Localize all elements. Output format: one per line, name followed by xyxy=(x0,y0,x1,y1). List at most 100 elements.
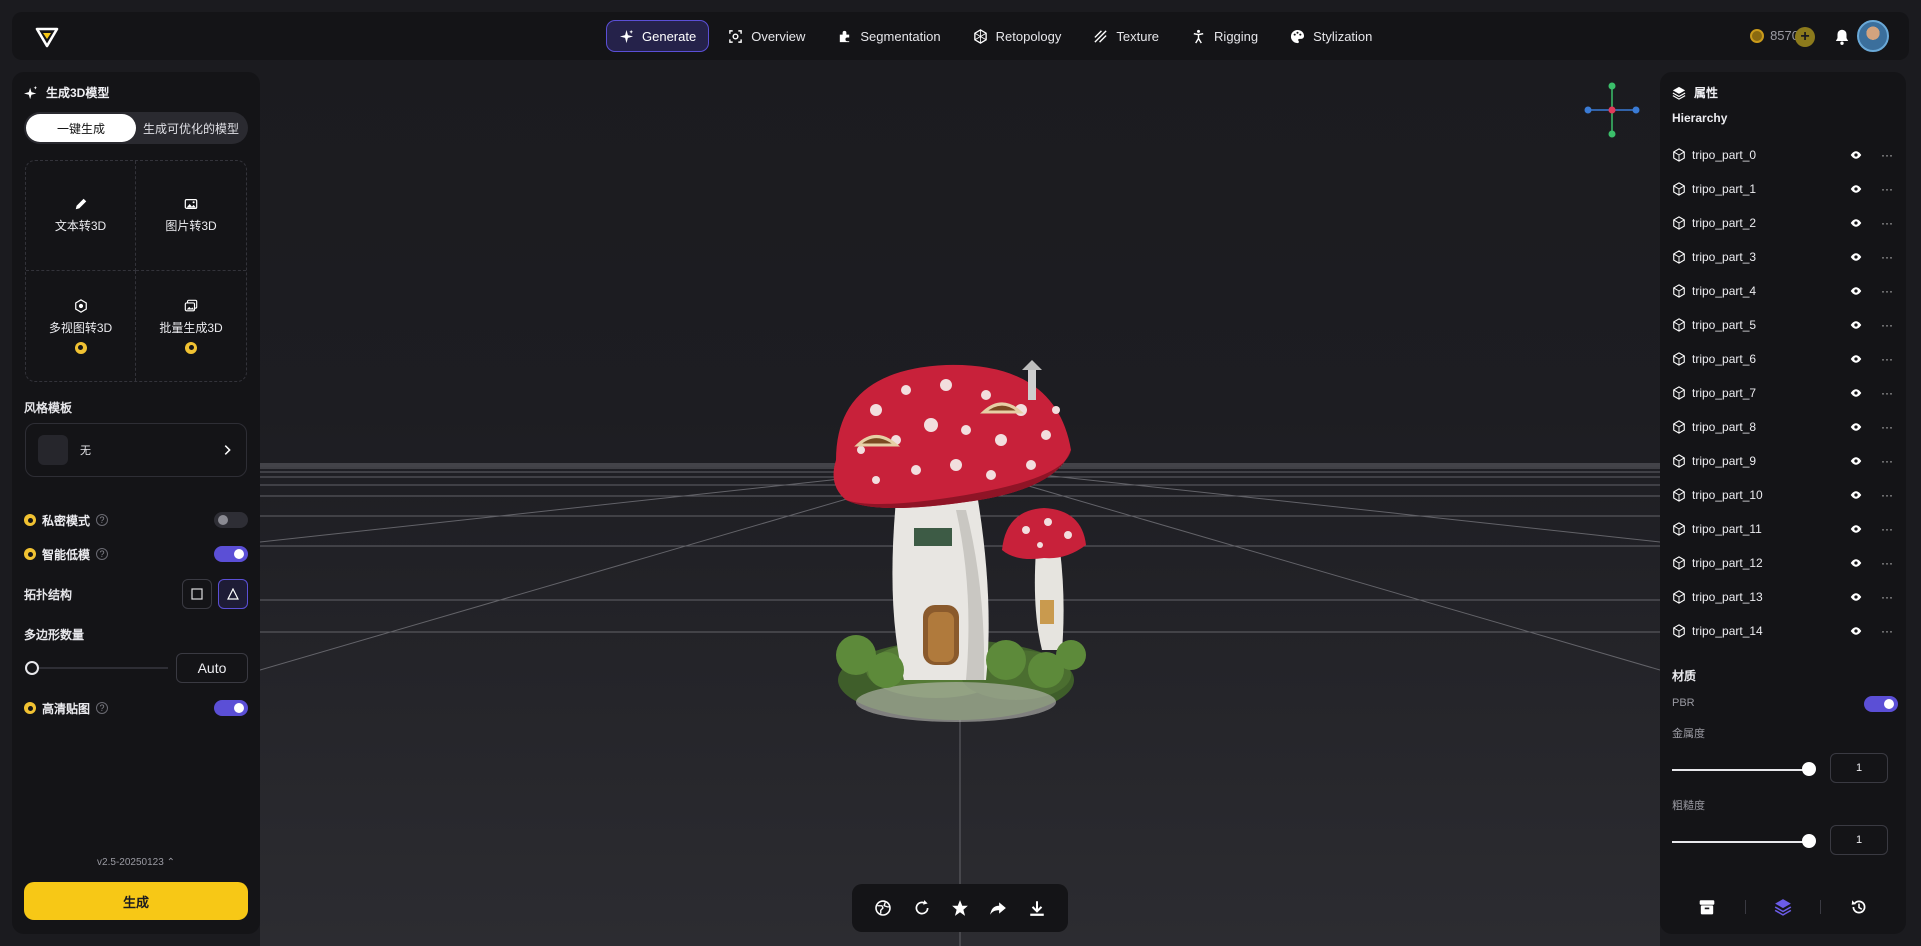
user-avatar[interactable] xyxy=(1857,20,1889,52)
topology-quad-button[interactable] xyxy=(182,579,212,609)
download-icon[interactable] xyxy=(1028,899,1046,917)
square-icon xyxy=(191,588,203,600)
hierarchy-item[interactable]: tripo_part_12 ··· xyxy=(1660,546,1906,580)
tab-rigging[interactable]: Rigging xyxy=(1178,20,1271,52)
help-icon[interactable]: ? xyxy=(96,548,109,560)
more-options-icon[interactable]: ··· xyxy=(1880,556,1894,570)
add-credits-button[interactable]: + xyxy=(1795,27,1815,47)
hierarchy-item[interactable]: tripo_part_4 ··· xyxy=(1660,274,1906,308)
metalness-slider-knob[interactable] xyxy=(1802,762,1816,776)
rotate-icon[interactable] xyxy=(913,899,931,917)
hierarchy-item[interactable]: tripo_part_7 ··· xyxy=(1660,376,1906,410)
hierarchy-item[interactable]: tripo_part_3 ··· xyxy=(1660,240,1906,274)
more-options-icon[interactable]: ··· xyxy=(1880,590,1894,604)
tripo-logo-icon[interactable] xyxy=(34,24,60,50)
share-icon[interactable] xyxy=(989,899,1007,917)
axis-gizmo[interactable] xyxy=(1582,80,1642,140)
cube-icon xyxy=(1673,284,1685,298)
history-icon[interactable] xyxy=(1850,898,1868,916)
3d-viewport[interactable] xyxy=(260,60,1660,946)
more-options-icon[interactable]: ··· xyxy=(1880,454,1894,468)
private-mode-toggle[interactable] xyxy=(214,512,248,528)
globe-icon[interactable] xyxy=(874,899,892,917)
more-options-icon[interactable]: ··· xyxy=(1880,216,1894,230)
style-template-selector[interactable]: 无 xyxy=(25,423,247,477)
top-bar: Generate Overview Segmentation Retopolog… xyxy=(12,12,1909,60)
hierarchy-item[interactable]: tripo_part_14 ··· xyxy=(1660,614,1906,648)
tab-overview[interactable]: Overview xyxy=(715,20,818,52)
eye-icon[interactable] xyxy=(1850,285,1862,297)
eye-icon[interactable] xyxy=(1850,387,1862,399)
polycount-slider-knob[interactable] xyxy=(25,661,39,675)
more-options-icon[interactable]: ··· xyxy=(1880,352,1894,366)
archive-icon[interactable] xyxy=(1698,898,1716,916)
eye-icon[interactable] xyxy=(1850,183,1862,195)
eye-icon[interactable] xyxy=(1850,625,1862,637)
pbr-toggle[interactable] xyxy=(1864,696,1898,712)
tab-texture[interactable]: Texture xyxy=(1080,20,1172,52)
cube-icon xyxy=(1673,488,1685,502)
roughness-slider-track[interactable] xyxy=(1672,841,1812,843)
hierarchy-item[interactable]: tripo_part_8 ··· xyxy=(1660,410,1906,444)
help-icon[interactable]: ? xyxy=(96,514,109,526)
roughness-slider-knob[interactable] xyxy=(1802,834,1816,848)
roughness-input[interactable]: 1 xyxy=(1830,825,1888,855)
more-options-icon[interactable]: ··· xyxy=(1880,420,1894,434)
help-icon[interactable]: ? xyxy=(96,702,109,714)
seg-optimizable[interactable]: 生成可优化的模型 xyxy=(136,114,246,142)
eye-icon[interactable] xyxy=(1850,455,1862,467)
eye-icon[interactable] xyxy=(1850,217,1862,229)
generate-button[interactable]: 生成 xyxy=(24,882,248,920)
eye-icon[interactable] xyxy=(1850,557,1862,569)
layers-icon[interactable] xyxy=(1774,898,1792,916)
more-options-icon[interactable]: ··· xyxy=(1880,624,1894,638)
more-options-icon[interactable]: ··· xyxy=(1880,284,1894,298)
eye-icon[interactable] xyxy=(1850,489,1862,501)
more-options-icon[interactable]: ··· xyxy=(1880,522,1894,536)
hierarchy-item[interactable]: tripo_part_11 ··· xyxy=(1660,512,1906,546)
bell-icon[interactable] xyxy=(1833,28,1851,46)
hierarchy-item[interactable]: tripo_part_0 ··· xyxy=(1660,138,1906,172)
more-options-icon[interactable]: ··· xyxy=(1880,148,1894,162)
hierarchy-item[interactable]: tripo_part_9 ··· xyxy=(1660,444,1906,478)
more-options-icon[interactable]: ··· xyxy=(1880,250,1894,264)
hierarchy-item[interactable]: tripo_part_6 ··· xyxy=(1660,342,1906,376)
more-options-icon[interactable]: ··· xyxy=(1880,386,1894,400)
mode-multiview-to-3d[interactable]: 多视图转3D xyxy=(26,271,136,381)
hierarchy-item[interactable]: tripo_part_13 ··· xyxy=(1660,580,1906,614)
polycount-input[interactable]: Auto xyxy=(176,653,248,683)
eye-icon[interactable] xyxy=(1850,353,1862,365)
eye-icon[interactable] xyxy=(1850,421,1862,433)
mode-text-to-3d[interactable]: 文本转3D xyxy=(26,161,136,271)
hierarchy-item[interactable]: tripo_part_10 ··· xyxy=(1660,478,1906,512)
hd-texture-toggle[interactable] xyxy=(214,700,248,716)
hierarchy-item[interactable]: tripo_part_1 ··· xyxy=(1660,172,1906,206)
hierarchy-item-label: tripo_part_9 xyxy=(1692,454,1757,468)
tab-stylization[interactable]: Stylization xyxy=(1277,20,1385,52)
polycount-slider-track[interactable] xyxy=(32,667,168,669)
eye-icon[interactable] xyxy=(1850,149,1862,161)
version-selector[interactable]: v2.5-20250123 ⌃ xyxy=(12,857,260,868)
smart-lowpoly-toggle[interactable] xyxy=(214,546,248,562)
mode-batch-to-3d[interactable]: 批量生成3D xyxy=(136,271,246,381)
tab-segmentation[interactable]: Segmentation xyxy=(824,20,953,52)
mushroom-house-model[interactable] xyxy=(816,350,1106,740)
eye-icon[interactable] xyxy=(1850,319,1862,331)
hierarchy-item[interactable]: tripo_part_2 ··· xyxy=(1660,206,1906,240)
more-options-icon[interactable]: ··· xyxy=(1880,182,1894,196)
eye-icon[interactable] xyxy=(1850,251,1862,263)
seg-one-click[interactable]: 一键生成 xyxy=(26,114,136,142)
eye-icon[interactable] xyxy=(1850,591,1862,603)
tab-retopology[interactable]: Retopology xyxy=(960,20,1075,52)
hierarchy-item[interactable]: tripo_part_5 ··· xyxy=(1660,308,1906,342)
mode-image-to-3d[interactable]: 图片转3D xyxy=(136,161,246,271)
metalness-input[interactable]: 1 xyxy=(1830,753,1888,783)
topology-triangle-button[interactable] xyxy=(218,579,248,609)
star-icon[interactable] xyxy=(951,899,969,917)
batch-icon xyxy=(184,299,198,311)
metalness-slider-track[interactable] xyxy=(1672,769,1812,771)
tab-generate[interactable]: Generate xyxy=(606,20,710,52)
more-options-icon[interactable]: ··· xyxy=(1880,318,1894,332)
more-options-icon[interactable]: ··· xyxy=(1880,488,1894,502)
eye-icon[interactable] xyxy=(1850,523,1862,535)
